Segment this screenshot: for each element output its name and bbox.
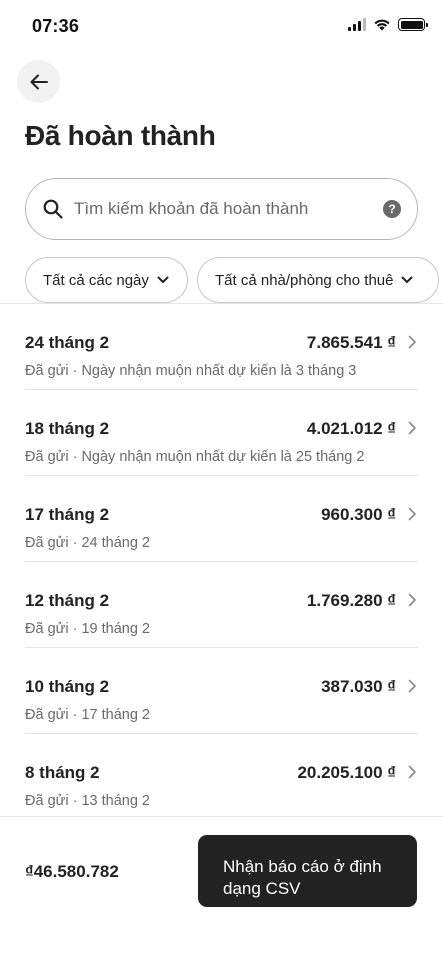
payout-amount: 7.865.541 ₫ bbox=[306, 333, 396, 352]
help-icon[interactable]: ? bbox=[383, 200, 401, 218]
listing-filter-button[interactable]: Tất cả nhà/phòng cho thuê bbox=[197, 257, 439, 303]
payout-row[interactable]: 10 tháng 2 387.030 ₫ Đã gửi · 17 tháng 2 bbox=[25, 648, 418, 734]
payout-date: 12 tháng 2 bbox=[25, 591, 110, 610]
wifi-icon bbox=[374, 19, 390, 31]
payout-row[interactable]: 24 tháng 2 7.865.541 ₫ Đã gửi · Ngày nhậ… bbox=[25, 304, 418, 390]
payout-row[interactable]: 12 tháng 2 1.769.280 ₫ Đã gửi · 19 tháng… bbox=[25, 562, 418, 648]
status-icons bbox=[348, 18, 428, 31]
payout-amount: 1.769.280 ₫ bbox=[306, 591, 396, 610]
payout-detail: Đã gửi · 24 tháng 2 bbox=[25, 535, 150, 551]
chevron-right-icon bbox=[408, 679, 416, 693]
payout-list: 24 tháng 2 7.865.541 ₫ Đã gửi · Ngày nhậ… bbox=[25, 304, 418, 820]
payout-amount: 20.205.100 ₫ bbox=[297, 763, 396, 782]
listing-filter-label: Tất cả nhà/phòng cho thuê bbox=[215, 271, 394, 289]
payout-date: 8 tháng 2 bbox=[25, 763, 100, 782]
payout-row[interactable]: 8 tháng 2 20.205.100 ₫ Đã gửi · 13 tháng… bbox=[25, 734, 418, 820]
payout-date: 24 tháng 2 bbox=[25, 333, 110, 352]
back-arrow-icon bbox=[30, 74, 48, 89]
csv-report-button[interactable]: Nhận báo cáo ở định dạng CSV bbox=[198, 835, 417, 907]
status-bar: 07:36 bbox=[0, 0, 443, 52]
payout-row[interactable]: 18 tháng 2 4.021.012 ₫ Đã gửi · Ngày nhậ… bbox=[25, 390, 418, 476]
date-filter-label: Tất cả các ngày bbox=[43, 271, 149, 289]
search-box[interactable]: ? bbox=[25, 178, 418, 240]
payout-detail: Đã gửi · Ngày nhận muộn nhất dự kiến là … bbox=[25, 449, 365, 465]
payout-detail: Đã gửi · 17 tháng 2 bbox=[25, 707, 150, 723]
signal-icon bbox=[348, 18, 366, 31]
payout-amount: 960.300 ₫ bbox=[321, 505, 396, 524]
total-amount: ₫46.580.782 bbox=[25, 862, 119, 881]
payout-detail: Đã gửi · Ngày nhận muộn nhất dự kiến là … bbox=[25, 363, 357, 379]
payout-date: 10 tháng 2 bbox=[25, 677, 110, 696]
chevron-down-icon bbox=[157, 276, 169, 283]
payout-detail: Đã gửi · 19 tháng 2 bbox=[25, 621, 150, 637]
chevron-right-icon bbox=[408, 765, 416, 779]
payout-detail: Đã gửi · 13 tháng 2 bbox=[25, 793, 150, 809]
payout-date: 18 tháng 2 bbox=[25, 419, 110, 438]
chevron-right-icon bbox=[408, 335, 416, 349]
search-input[interactable] bbox=[74, 199, 383, 219]
payout-amount: 387.030 ₫ bbox=[321, 677, 396, 696]
back-button[interactable] bbox=[17, 60, 60, 103]
payout-date: 17 tháng 2 bbox=[25, 505, 110, 524]
chevron-right-icon bbox=[408, 421, 416, 435]
filter-bar: Tất cả các ngày Tất cả nhà/phòng cho thu… bbox=[25, 257, 439, 303]
search-icon bbox=[42, 198, 64, 220]
payout-amount: 4.021.012 ₫ bbox=[306, 419, 396, 438]
date-filter-button[interactable]: Tất cả các ngày bbox=[25, 257, 188, 303]
chevron-right-icon bbox=[408, 507, 416, 521]
footer-bar: ₫46.580.782 Nhận báo cáo ở định dạng CSV bbox=[0, 816, 443, 960]
page-title: Đã hoàn thành bbox=[25, 120, 216, 151]
payout-row[interactable]: 17 tháng 2 960.300 ₫ Đã gửi · 24 tháng 2 bbox=[25, 476, 418, 562]
chevron-right-icon bbox=[408, 593, 416, 607]
chevron-down-icon bbox=[401, 276, 413, 283]
status-time: 07:36 bbox=[32, 16, 80, 36]
battery-icon bbox=[398, 18, 428, 31]
